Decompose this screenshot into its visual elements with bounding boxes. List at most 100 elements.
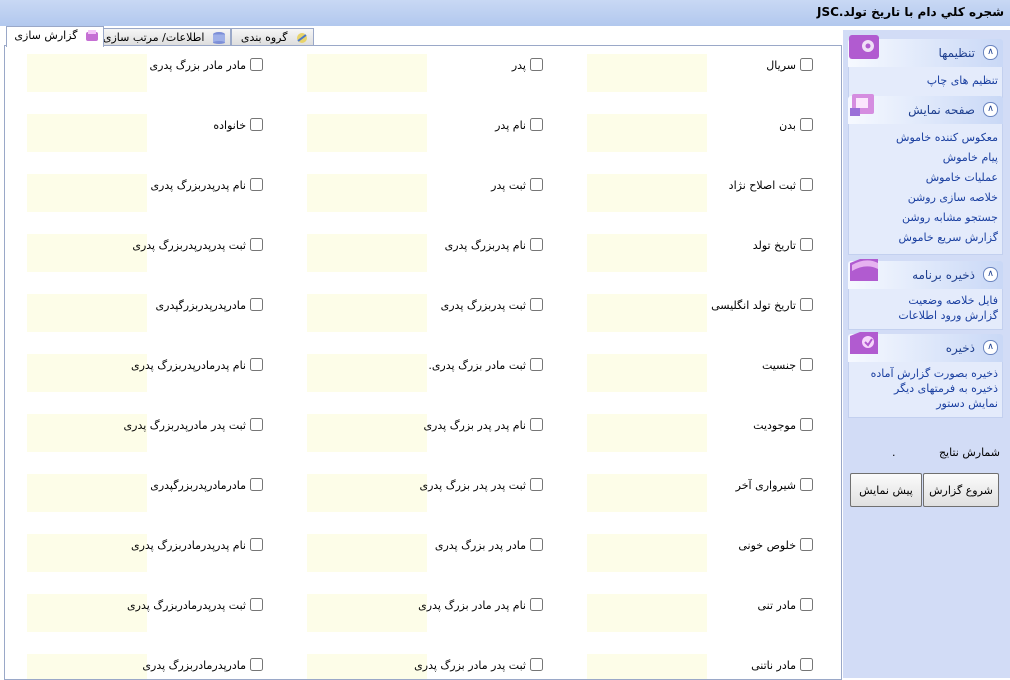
field-label: سریال [766,59,796,72]
field-checkbox[interactable] [800,298,813,311]
field-option[interactable]: ثبت پدر مادر بزرگ پدری [293,658,543,674]
start-report-button[interactable]: شروع گزارش [923,473,999,507]
group-save-header[interactable]: ∧ ذخیره [848,332,1003,362]
field-checkbox[interactable] [530,658,543,671]
field-option[interactable]: نام پدربزرگ پدری [293,238,543,254]
link-operations-off[interactable]: عملیات خاموش [853,168,998,188]
field-option[interactable]: بدن [563,118,813,134]
field-checkbox[interactable] [800,238,813,251]
link-message-off[interactable]: پیام خاموش [853,148,998,168]
field-label: مادرمادرپدربزرگپدری [150,479,246,492]
field-checkbox[interactable] [530,478,543,491]
field-checkbox[interactable] [530,238,543,251]
field-checkbox[interactable] [800,358,813,371]
field-checkbox[interactable] [250,238,263,251]
field-option[interactable]: تاریخ تولد انگلیسی [563,298,813,314]
link-show-command[interactable]: نمایش دستور [853,396,998,411]
field-checkbox[interactable] [250,418,263,431]
field-option[interactable]: نام پدر مادر بزرگ پدری [293,598,543,614]
field-checkbox[interactable] [800,598,813,611]
field-option[interactable]: ثبت پدرپدرپدربزرگ پدری [13,238,263,254]
field-option[interactable]: پدر [293,58,543,74]
field-option[interactable]: شیرواری آخر [563,478,813,494]
field-checkbox[interactable] [250,598,263,611]
field-option[interactable]: ثبت پدربزرگ پدری [293,298,543,314]
field-checkbox[interactable] [800,178,813,191]
link-inverter-off[interactable]: معکوس کننده خاموش [853,128,998,148]
preview-button[interactable]: پیش نمایش [850,473,922,507]
group-save-program-title: ذخیره برنامه [912,268,975,282]
link-status-summary-file[interactable]: فایل خلاصه وضعیت [853,293,998,308]
field-option[interactable]: مادر پدر بزرگ پدری [293,538,543,554]
field-option[interactable]: مادر ناتنی [563,658,813,674]
field-option[interactable]: موجودیت [563,418,813,434]
field-label: نام پدرپدرمادربزرگ پدری [130,539,246,552]
field-option[interactable]: ثبت پدرپدرمادربزرگ پدری [13,598,263,614]
field-option[interactable]: سریال [563,58,813,74]
field-checkbox[interactable] [800,538,813,551]
field-checkbox[interactable] [250,478,263,491]
field-checkbox[interactable] [250,658,263,671]
group-save-program-header[interactable]: ∧ ذخیره برنامه [848,259,1003,289]
field-checkbox[interactable] [530,178,543,191]
field-option[interactable]: نام پدرمادرپدربزرگ پدری [13,358,263,374]
field-checkbox[interactable] [800,418,813,431]
field-checkbox[interactable] [800,118,813,131]
field-option[interactable]: تاریخ تولد [563,238,813,254]
field-option[interactable]: جنسیت [563,358,813,374]
chevron-up-icon[interactable]: ∧ [983,45,998,60]
field-checkbox[interactable] [530,298,543,311]
field-checkbox[interactable] [250,118,263,131]
link-print-settings[interactable]: تنظیم های چاپ [853,71,998,91]
chevron-up-icon[interactable]: ∧ [983,267,998,282]
group-display-header[interactable]: ∧ صفحه نمایش [848,94,1003,124]
field-option[interactable]: مادرمادرپدربزرگپدری [13,478,263,494]
tab-report[interactable]: گزارش سازی [6,26,104,47]
field-option[interactable]: نام پدر [293,118,543,134]
field-label: موجودیت [753,419,796,432]
field-option[interactable]: نام پدرپدرمادربزرگ پدری [13,538,263,554]
field-option[interactable]: ثبت پدر [293,178,543,194]
field-checkbox[interactable] [800,58,813,71]
field-option[interactable]: ثبت مادر بزرگ پدری. [293,358,543,374]
link-save-ready-report[interactable]: ذخیره بصورت گزارش آماده [853,366,998,381]
field-checkbox[interactable] [800,478,813,491]
field-option[interactable]: ثبت پدر پدر بزرگ پدری [293,478,543,494]
group-settings-header[interactable]: ∧ تنظیمها [848,35,1003,67]
field-checkbox[interactable] [530,358,543,371]
field-checkbox[interactable] [530,598,543,611]
link-quick-report-off[interactable]: گزارش سریع خاموش [853,228,998,248]
tab-grouping[interactable]: گروه بندی [231,28,314,46]
link-similar-search-on[interactable]: جستجو مشابه روشن [853,208,998,228]
field-option[interactable]: ثبت اصلاح نژاد [563,178,813,194]
link-save-other-formats[interactable]: ذخیره به فرمتهای دیگر [853,381,998,396]
field-label: نام پدربزرگ پدری [444,239,526,252]
field-option[interactable]: مادر تنی [563,598,813,614]
field-option[interactable]: مادرپدرپدربزرگپدری [13,298,263,314]
title-bar: شجره کلي دام با تاريخ تولد.JSC [0,0,1010,26]
field-option[interactable]: خانواده [13,118,263,134]
field-checkbox[interactable] [530,418,543,431]
field-option[interactable]: خلوص خونی [563,538,813,554]
field-option[interactable]: نام پدرپدربزرگ پدری [13,178,263,194]
field-checkbox[interactable] [530,58,543,71]
field-checkbox[interactable] [250,58,263,71]
chevron-up-icon[interactable]: ∧ [983,102,998,117]
field-checkbox[interactable] [250,178,263,191]
link-data-entry-report[interactable]: گزارش ورود اطلاعات [853,308,998,323]
field-option[interactable]: مادرپدرمادربزرگ پدری [13,658,263,674]
field-checkbox[interactable] [250,538,263,551]
link-summarize-on[interactable]: خلاصه سازی روشن [853,188,998,208]
field-option[interactable]: مادر مادر بزرگ پدری [13,58,263,74]
group-save-title: ذخیره [945,341,975,355]
field-checkbox[interactable] [800,658,813,671]
field-checkbox[interactable] [250,358,263,371]
field-checkbox[interactable] [530,118,543,131]
tab-info-sort[interactable]: اطلاعات/ مرتب سازی [103,28,231,46]
field-checkbox[interactable] [250,298,263,311]
chevron-up-icon[interactable]: ∧ [983,340,998,355]
field-option[interactable]: ثبت پدر مادرپدربزرگ پدری [13,418,263,434]
field-option[interactable]: نام پدر پدر بزرگ پدری [293,418,543,434]
field-label: نام پدر [495,119,526,132]
field-checkbox[interactable] [530,538,543,551]
